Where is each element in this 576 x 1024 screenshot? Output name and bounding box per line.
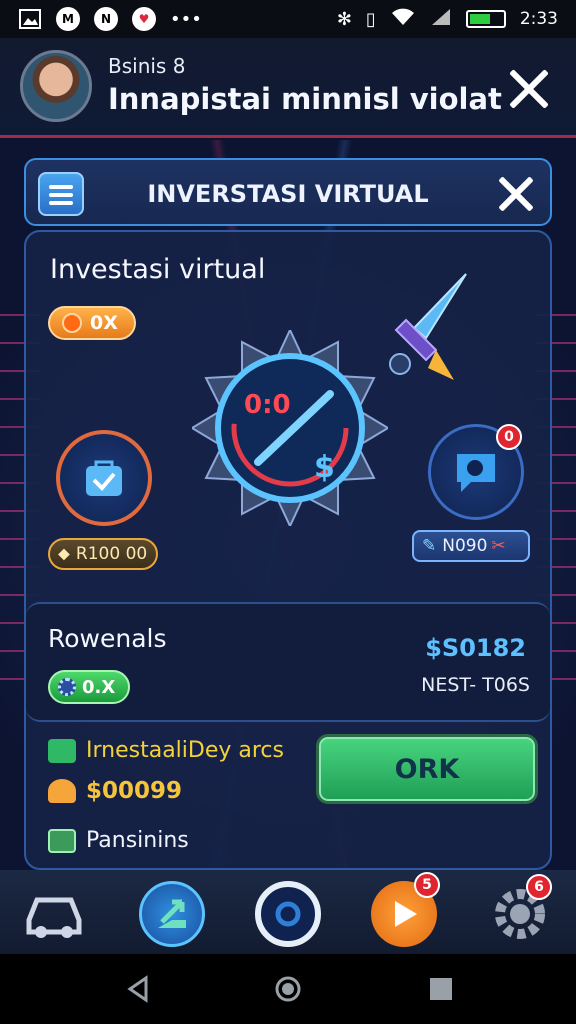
wifi-icon bbox=[390, 7, 416, 32]
battery-icon bbox=[465, 10, 506, 28]
notification-m-icon: M bbox=[56, 7, 80, 31]
nav-settings[interactable]: 6 bbox=[484, 874, 556, 950]
info-row-2: $00099 bbox=[48, 778, 182, 804]
info-line-2: $00099 bbox=[86, 778, 183, 804]
gauge-symbol: $ bbox=[314, 450, 335, 485]
modal-title: INVERSTASI VIRTUAL bbox=[147, 180, 429, 208]
bluetooth-icon: ✻ bbox=[336, 8, 352, 30]
shop-bag-button[interactable] bbox=[56, 430, 152, 526]
calendar-icon bbox=[48, 828, 76, 853]
orange-multiplier-pill[interactable]: 0X bbox=[48, 306, 136, 340]
more-notifications-icon: ••• bbox=[170, 8, 202, 30]
notification-heart-icon: ♥ bbox=[132, 7, 156, 31]
vibrate-icon: ▯ bbox=[365, 8, 376, 30]
scissors-icon: ✂ bbox=[491, 536, 506, 556]
rewards-title: Rowenals bbox=[48, 624, 167, 653]
orange-pill-value: 0X bbox=[90, 312, 118, 334]
rewards-amount: $S0182 bbox=[425, 634, 526, 662]
rewards-percent-value: 0.X bbox=[82, 676, 116, 698]
status-bar: M N ♥ ••• ✻ ▯ 2:33 bbox=[0, 0, 576, 38]
app-header: Bsinis 8 Innapistai minnisl violat bbox=[0, 38, 576, 138]
coin-icon bbox=[62, 313, 82, 333]
notification-n-icon: N bbox=[94, 7, 118, 31]
gauge-dial bbox=[192, 330, 388, 526]
close-icon[interactable] bbox=[506, 66, 552, 112]
info-row-3: Pansinins bbox=[48, 828, 189, 853]
rewards-code: NEST- T06S bbox=[421, 674, 530, 696]
info-line-3: Pansinins bbox=[86, 828, 189, 853]
section-title: Investasi virtual bbox=[50, 254, 266, 285]
info-line-1: IrnestaaliDey arcs bbox=[86, 738, 284, 763]
settings-badge: 6 bbox=[526, 874, 552, 900]
left-reward-value: R100 00 bbox=[75, 544, 148, 564]
header-subtitle: Bsinis 8 bbox=[108, 54, 186, 78]
clock-time: 2:33 bbox=[519, 9, 558, 29]
chat-bubble-icon bbox=[457, 454, 495, 492]
nav-refresh[interactable] bbox=[252, 878, 324, 950]
gallery-icon bbox=[18, 8, 42, 30]
nav-play[interactable]: 5 bbox=[368, 872, 440, 950]
crown-icon bbox=[48, 779, 76, 803]
recents-icon[interactable] bbox=[426, 974, 456, 1004]
header-title: Innapistai minnisl violat bbox=[108, 82, 502, 116]
ork-button[interactable]: ORK bbox=[316, 734, 538, 804]
car-icon bbox=[26, 897, 82, 938]
avatar[interactable] bbox=[20, 50, 92, 122]
gear-mini-icon bbox=[58, 678, 76, 696]
modal-header: INVERSTASI VIRTUAL bbox=[24, 158, 552, 226]
rewards-percent-pill: 0.X bbox=[48, 670, 130, 704]
gauge-text: 0:0 bbox=[244, 390, 291, 420]
trend-up-icon bbox=[158, 899, 186, 928]
chat-count-badge: 0 bbox=[496, 424, 522, 450]
gift-icon: ⬥ bbox=[58, 544, 70, 564]
play-badge: 5 bbox=[414, 872, 440, 898]
rewards-panel: Rowenals 0.X $S0182 NEST- T06S bbox=[26, 602, 550, 722]
right-reward-value: N090 bbox=[442, 536, 488, 556]
shopping-bag-check-icon bbox=[86, 460, 122, 496]
signal-icon bbox=[430, 7, 452, 32]
modal-body: Investasi virtual 0X 0:0 $ ⬥ R100 00 0 ✎… bbox=[24, 230, 552, 870]
system-nav-bar bbox=[0, 954, 576, 1024]
play-icon bbox=[395, 901, 417, 927]
pen-icon: ✎ bbox=[422, 536, 437, 556]
nav-growth[interactable] bbox=[136, 878, 208, 950]
right-reward-badge: ✎ N090 ✂ bbox=[412, 530, 530, 562]
left-reward-badge: ⬥ R100 00 bbox=[48, 538, 158, 570]
ticket-icon bbox=[48, 738, 76, 763]
home-icon[interactable] bbox=[273, 974, 303, 1004]
bottom-nav: 5 6 bbox=[0, 870, 576, 954]
refresh-icon bbox=[275, 901, 301, 927]
back-icon[interactable] bbox=[124, 974, 154, 1004]
nav-car[interactable] bbox=[18, 878, 90, 950]
modal-close-icon[interactable] bbox=[496, 174, 536, 214]
info-row-1: IrnestaaliDey arcs bbox=[48, 738, 284, 763]
